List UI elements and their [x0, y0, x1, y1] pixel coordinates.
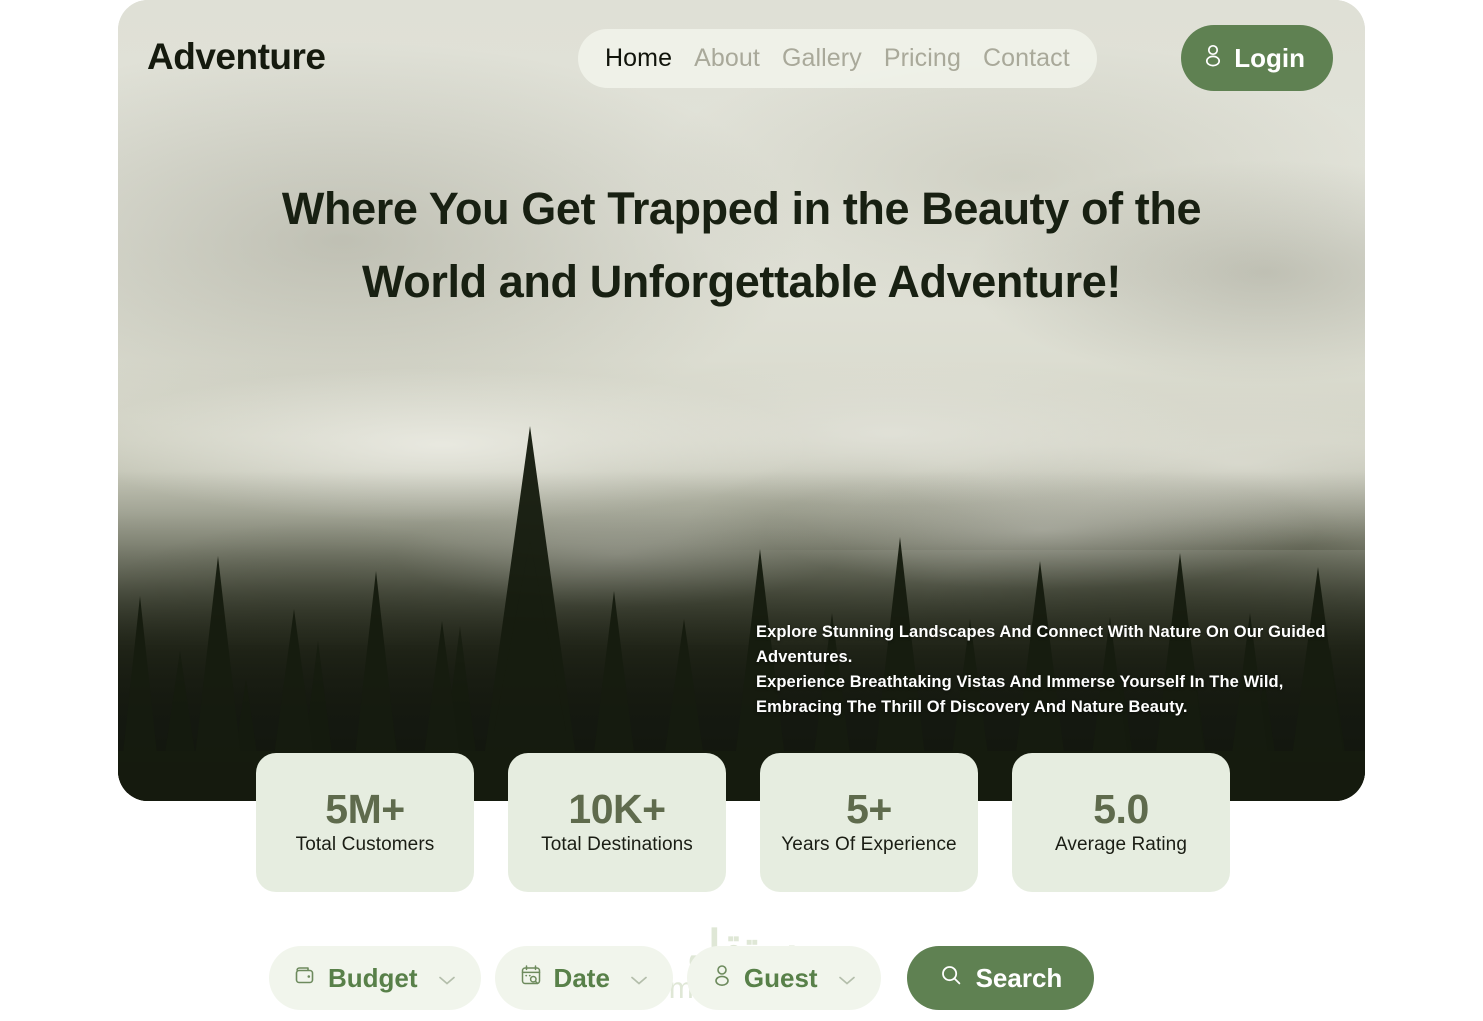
nav-item-gallery[interactable]: Gallery [782, 44, 862, 73]
stat-label: Average Rating [1054, 834, 1188, 855]
search-button[interactable]: Search [906, 946, 1095, 1010]
stat-label: Years Of Experience [781, 834, 957, 855]
budget-filter-dropdown[interactable]: Budget [269, 946, 481, 1010]
stat-value: 10K+ [568, 786, 666, 832]
search-button-label: Search [975, 962, 1063, 993]
page-root: Adventure Home About Gallery Pricing Con… [0, 0, 1483, 1021]
search-filter-bar: Budget Date Guest Search [269, 946, 1095, 1010]
stat-value: 5M+ [325, 786, 405, 832]
chevron-down-icon [437, 963, 457, 994]
nav-item-pricing[interactable]: Pricing [884, 44, 961, 73]
top-navigation-bar: Adventure Home About Gallery Pricing Con… [118, 0, 1365, 118]
date-filter-label: Date [553, 962, 610, 993]
nav-item-home[interactable]: Home [605, 44, 672, 73]
stat-value: 5+ [846, 786, 892, 832]
search-icon [939, 963, 963, 994]
hero-headline: Where You Get Trapped in the Beauty of t… [281, 183, 1202, 307]
budget-filter-label: Budget [328, 962, 418, 993]
stat-value: 5.0 [1093, 786, 1149, 832]
user-icon [1203, 43, 1223, 74]
stat-label: Total Customers [295, 834, 435, 855]
stat-card-years-of-experience: 5+ Years Of Experience [760, 753, 978, 892]
hero-description-line-2: Experience Breathtaking Vistas And Immer… [756, 673, 1284, 716]
hero-description-line-1: Explore Stunning Landscapes And Connect … [756, 623, 1326, 666]
chevron-down-icon [837, 963, 857, 994]
stat-card-total-customers: 5M+ Total Customers [256, 753, 474, 892]
guest-filter-label: Guest [743, 962, 818, 993]
date-filter-dropdown[interactable]: Date [494, 946, 673, 1010]
login-button[interactable]: Login [1181, 25, 1333, 91]
user-icon [711, 963, 733, 994]
hero-description: Explore Stunning Landscapes And Connect … [756, 620, 1336, 720]
nav-item-about[interactable]: About [694, 44, 760, 73]
nav-item-contact[interactable]: Contact [983, 44, 1070, 73]
stat-card-average-rating: 5.0 Average Rating [1012, 753, 1230, 892]
login-button-label: Login [1234, 42, 1305, 73]
wallet-icon [293, 963, 317, 994]
hero-card: Adventure Home About Gallery Pricing Con… [118, 0, 1365, 801]
nav-pill: Home About Gallery Pricing Contact [578, 29, 1097, 88]
brand-logo[interactable]: Adventure [147, 36, 326, 78]
calendar-search-icon [519, 963, 543, 994]
stats-row: 5M+ Total Customers 10K+ Total Destinati… [256, 753, 1230, 892]
stat-card-total-destinations: 10K+ Total Destinations [508, 753, 726, 892]
guest-filter-dropdown[interactable]: Guest [686, 946, 881, 1010]
chevron-down-icon [629, 963, 649, 994]
stat-label: Total Destinations [541, 834, 693, 855]
